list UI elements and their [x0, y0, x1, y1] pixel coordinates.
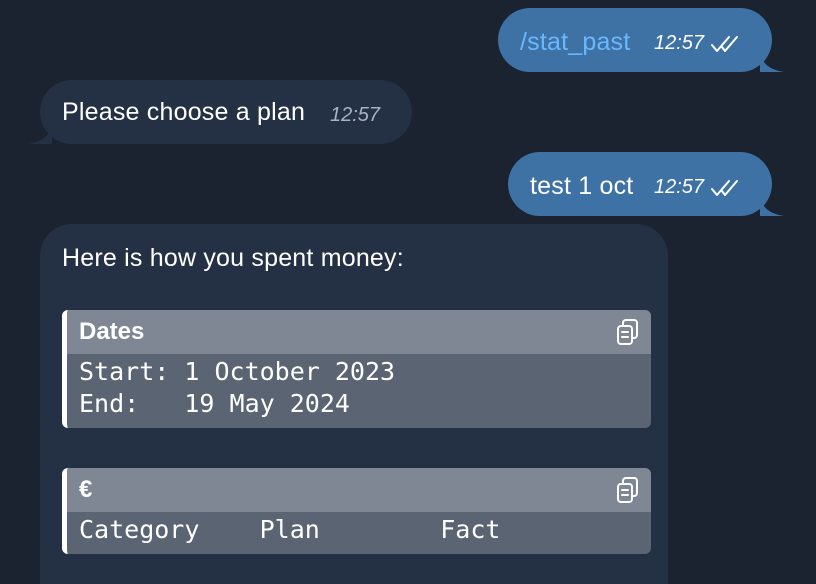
code-block-dates: Dates Start: 1 October 2023 End: 19 May 2… [62, 310, 651, 428]
code-block-content: Category Plan Fact [67, 512, 651, 554]
double-check-icon [711, 35, 739, 52]
message-text: Please choose a plan [62, 98, 306, 126]
double-check-icon [711, 179, 739, 196]
code-line: End: 19 May 2024 [79, 389, 350, 418]
code-line: Category Plan Fact [79, 515, 501, 544]
bubble-tail [760, 196, 784, 216]
message-time: 12:57 [654, 32, 705, 54]
bubble-tail [28, 124, 52, 144]
incoming-message: Please choose a plan 12:57 [28, 80, 412, 144]
code-block-content: Start: 1 October 2023 End: 19 May 2024 [67, 354, 651, 428]
code-block-header: Dates [67, 310, 651, 354]
outgoing-message: test 1 oct 12:57 [508, 152, 784, 216]
message-meta: 12:57 [330, 104, 380, 127]
code-block-header: € [67, 468, 651, 512]
message-time: 12:57 [654, 176, 705, 198]
bubble-tail [760, 52, 784, 72]
incoming-stats-message: Here is how you spent money: Dates Start… [40, 224, 668, 584]
copy-icon[interactable] [615, 318, 641, 346]
message-time: 12:57 [330, 104, 381, 126]
code-block-euro: € Category Plan Fact [62, 468, 651, 554]
code-block-title: Dates [79, 318, 145, 345]
message-text: test 1 oct [530, 172, 634, 200]
message-intro-text: Here is how you spent money: [62, 244, 404, 272]
code-block-title: € [79, 476, 93, 503]
outgoing-message-command: /stat_past 12:57 [498, 8, 784, 72]
message-meta: 12:57 [654, 32, 740, 55]
message-meta: 12:57 [654, 176, 740, 199]
command-link[interactable]: /stat_past [520, 28, 630, 57]
code-line: Start: 1 October 2023 [79, 357, 396, 386]
copy-icon[interactable] [615, 476, 641, 504]
